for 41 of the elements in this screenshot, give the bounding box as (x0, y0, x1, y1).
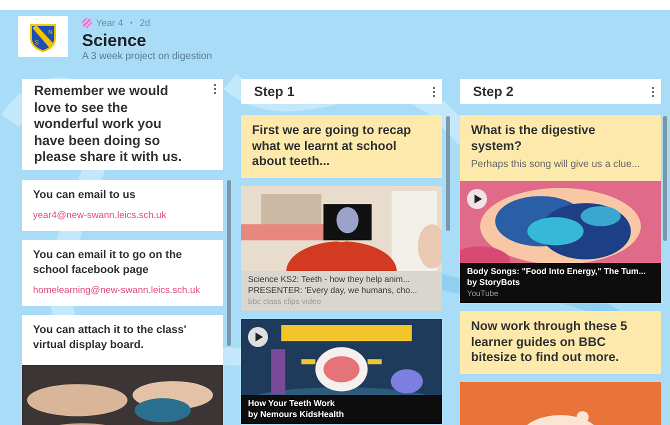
note-title: You can email it to go on the school facebook page (33, 248, 183, 278)
note-title: Now work through these 5 learner guides on BBC bitesize to find out more. (471, 319, 628, 366)
note-card[interactable]: First we are going to recap what we learnt at school about teeth... (241, 115, 442, 178)
note-card[interactable]: Now work through these 5 learner guides on BBC bitesize to find out more. (460, 311, 661, 374)
column-title: Step 2 (473, 84, 514, 99)
video-title: How Your Teeth Work (248, 398, 336, 408)
note-card[interactable]: What is the digestive system? Perhaps this song will give us a clue... Body Songs: "Food Into Energy," The Tum... by StoryBots YouTube (460, 115, 661, 303)
note-card[interactable]: You can email to us year4@new-swann.leics.sch.uk (22, 180, 223, 231)
note-body: Perhaps this song will give us a clue... (471, 158, 641, 172)
scrollbar[interactable] (446, 116, 450, 231)
play-button[interactable] (248, 326, 268, 346)
note-card[interactable]: You can email it to go on the school facebook page homelearning@new-swann.leics.sch.uk (22, 240, 223, 306)
scrollbar[interactable] (227, 180, 231, 346)
note-title: You can attach it to the class' virtual display board. (33, 323, 188, 353)
play-button[interactable] (467, 189, 487, 209)
video-card[interactable]: Science KS2: Teeth - how they help anim... PRESENTER: 'Every day, we humans, cho... bbc class clips video (241, 186, 442, 310)
note-card[interactable]: You can attach it to the class' virtual display board. (22, 315, 223, 425)
more-options-icon[interactable] (432, 86, 436, 98)
video-title: Body Songs: "Food Into Energy," The Tum... (467, 266, 647, 277)
board-subtitle: A 3 week project on digestion (82, 50, 212, 63)
note-title: You can email to us (33, 188, 136, 203)
class-name: Year 4 (96, 18, 124, 28)
video-source: YouTube (467, 288, 500, 299)
more-options-icon[interactable] (213, 83, 217, 95)
video-title: Science KS2: Teeth - how they help anim... (248, 274, 411, 284)
email-link[interactable]: year4@new-swann.leics.sch.uk (33, 208, 213, 223)
more-options-icon[interactable] (651, 86, 655, 98)
scrollbar[interactable] (663, 116, 667, 241)
column-title: Step 1 (254, 84, 295, 99)
note-title: What is the digestive system? (471, 123, 596, 154)
email-link[interactable]: homelearning@new-swann.leics.sch.uk (33, 283, 213, 298)
board-title: Science (82, 31, 148, 50)
post-age: 2d (140, 18, 150, 28)
video-description: by StoryBots (467, 277, 521, 288)
video-description: by Nemours KidsHealth (248, 408, 345, 420)
video-card[interactable]: How Your Teeth Work by Nemours KidsHealth (241, 318, 442, 424)
class-avatar-icon (82, 18, 92, 28)
video-description: PRESENTER: 'Every day, we humans, cho... (248, 284, 418, 296)
note-title: First we are going to recap what we learnt at school about teeth... (252, 123, 412, 170)
video-source: bbc class clips video (248, 296, 322, 306)
column-title: Remember we would love to see the wonderful work you have been doing so please share it with us. (34, 83, 183, 166)
